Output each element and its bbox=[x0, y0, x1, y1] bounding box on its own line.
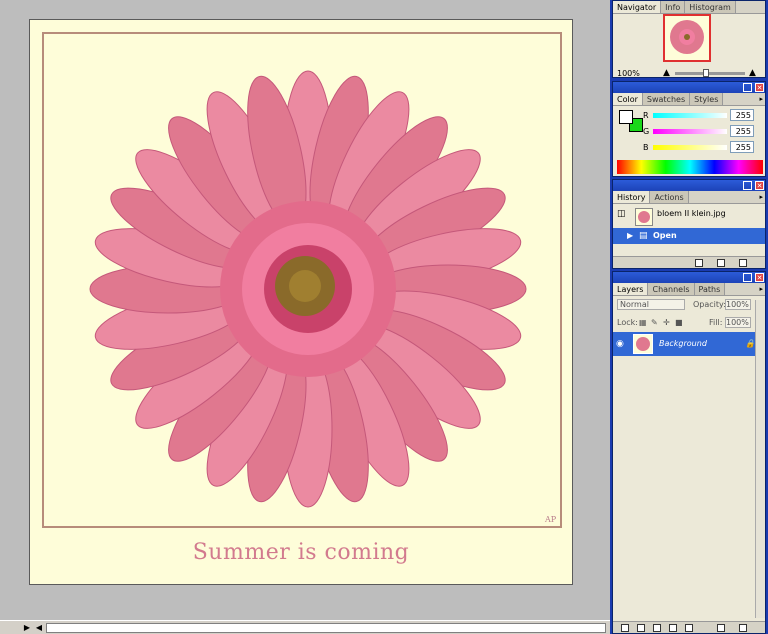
delete-layer-icon[interactable] bbox=[739, 624, 747, 632]
link-layers-icon[interactable] bbox=[621, 624, 629, 632]
layers-scrollbar[interactable] bbox=[755, 300, 765, 618]
navigator-palette: Navigator Info Histogram 100% ▲ ▲ bbox=[612, 0, 766, 78]
palette-menu-icon[interactable]: ▸ bbox=[759, 285, 763, 293]
history-snapshot[interactable]: ◫ bloem II klein.jpg bbox=[613, 205, 765, 226]
fill-field[interactable]: 100% bbox=[725, 317, 751, 328]
channel-r-slider[interactable] bbox=[653, 113, 727, 118]
close-icon[interactable]: ✕ bbox=[755, 181, 764, 190]
signature: AP bbox=[545, 515, 557, 524]
image-caption: Summer is coming bbox=[192, 540, 410, 565]
color-palette: _ ✕ Color Swatches Styles ▸ R 255 G 255 … bbox=[612, 81, 766, 177]
opacity-field[interactable]: 100% bbox=[725, 299, 751, 310]
layer-name: Background bbox=[659, 339, 707, 348]
channel-g-slider[interactable] bbox=[653, 129, 727, 134]
channel-b-value[interactable]: 255 bbox=[730, 141, 754, 153]
layer-mask-icon[interactable] bbox=[653, 624, 661, 632]
layer-row[interactable]: ◉ Background 🔒 bbox=[613, 332, 765, 356]
tab-histogram[interactable]: Histogram bbox=[685, 1, 736, 13]
close-icon[interactable]: ✕ bbox=[755, 83, 764, 92]
horizontal-scrollbar[interactable] bbox=[46, 623, 606, 633]
new-snapshot-icon[interactable] bbox=[717, 259, 725, 267]
palette-menu-icon[interactable]: ▸ bbox=[759, 95, 763, 103]
history-toolbar bbox=[613, 256, 765, 268]
tab-color[interactable]: Color bbox=[613, 93, 643, 105]
tab-navigator[interactable]: Navigator bbox=[613, 1, 662, 13]
zoom-level[interactable]: 100% bbox=[617, 69, 640, 78]
new-document-from-state-icon[interactable] bbox=[695, 259, 703, 267]
layer-style-icon[interactable] bbox=[637, 624, 645, 632]
opacity-label: Opacity: bbox=[693, 300, 726, 309]
snapshot-name: bloem II klein.jpg bbox=[657, 209, 726, 218]
channel-r-label: R bbox=[643, 111, 649, 120]
zoom-in-icon[interactable]: ▲ bbox=[749, 68, 756, 78]
navigator-tabs: Navigator Info Histogram bbox=[613, 1, 765, 14]
minimize-icon[interactable]: _ bbox=[743, 181, 752, 190]
status-menu-arrow-icon[interactable]: ▶ bbox=[22, 622, 32, 633]
foreground-color-swatch[interactable] bbox=[619, 110, 633, 124]
history-palette: _ ✕ History Actions ▸ ◫ bloem II klein.j… bbox=[612, 179, 766, 269]
tab-layers[interactable]: Layers bbox=[613, 283, 649, 295]
color-tabs: Color Swatches Styles ▸ bbox=[613, 93, 765, 106]
lock-label: Lock: bbox=[617, 318, 638, 327]
gerbera-flower-image bbox=[89, 70, 527, 508]
history-brush-icon[interactable]: ◫ bbox=[617, 205, 626, 223]
channel-b-label: B bbox=[643, 143, 649, 152]
layer-thumbnail-icon bbox=[633, 334, 653, 354]
minimize-icon[interactable]: _ bbox=[743, 273, 752, 282]
scroll-left-icon[interactable]: ◀ bbox=[34, 622, 44, 633]
status-bar: ▶ ◀ bbox=[0, 620, 610, 634]
history-state-icon: ▶ bbox=[627, 231, 634, 240]
tab-info[interactable]: Info bbox=[661, 1, 686, 13]
lock-transparent-icon[interactable]: ▦ bbox=[639, 318, 647, 327]
document-canvas[interactable]: AP Summer is coming bbox=[29, 19, 573, 585]
layer-lock-icon: 🔒 bbox=[745, 339, 755, 348]
tab-history[interactable]: History bbox=[613, 191, 651, 203]
palette-menu-icon[interactable]: ▸ bbox=[759, 193, 763, 201]
channel-r-value[interactable]: 255 bbox=[730, 109, 754, 121]
layers-toolbar bbox=[613, 621, 765, 633]
tab-channels[interactable]: Channels bbox=[648, 283, 695, 295]
open-document-icon: ▤ bbox=[639, 231, 648, 241]
layers-palette-titlebar[interactable]: _ ✕ bbox=[613, 272, 765, 283]
adjustment-layer-icon[interactable] bbox=[685, 624, 693, 632]
flower-thumbnail-icon bbox=[670, 20, 704, 54]
minimize-icon[interactable]: _ bbox=[743, 83, 752, 92]
eye-visibility-icon[interactable]: ◉ bbox=[616, 332, 624, 356]
tab-actions[interactable]: Actions bbox=[650, 191, 689, 203]
channel-g-value[interactable]: 255 bbox=[730, 125, 754, 137]
zoom-slider[interactable] bbox=[675, 72, 745, 75]
palette-dock: Navigator Info Histogram 100% ▲ ▲ _ ✕ Co… bbox=[610, 0, 768, 634]
history-tabs: History Actions ▸ bbox=[613, 191, 765, 204]
layers-tabs: Layers Channels Paths ▸ bbox=[613, 283, 765, 296]
tab-styles[interactable]: Styles bbox=[690, 93, 724, 105]
history-step[interactable]: ▶ ▤ Open bbox=[613, 228, 765, 244]
delete-state-icon[interactable] bbox=[739, 259, 747, 267]
close-icon[interactable]: ✕ bbox=[755, 273, 764, 282]
lock-all-icon[interactable]: ■ bbox=[675, 318, 683, 327]
new-layer-icon[interactable] bbox=[717, 624, 725, 632]
blend-mode-select[interactable]: Normal bbox=[617, 299, 685, 310]
channel-b-slider[interactable] bbox=[653, 145, 727, 150]
zoom-slider-handle[interactable] bbox=[703, 69, 709, 77]
color-spectrum-bar[interactable] bbox=[617, 160, 763, 174]
history-step-label: Open bbox=[653, 231, 677, 240]
fill-label: Fill: bbox=[709, 318, 723, 327]
canvas-area[interactable]: AP Summer is coming bbox=[0, 0, 610, 620]
history-palette-titlebar[interactable]: _ ✕ bbox=[613, 180, 765, 191]
tab-swatches[interactable]: Swatches bbox=[642, 93, 691, 105]
color-palette-titlebar[interactable]: _ ✕ bbox=[613, 82, 765, 93]
snapshot-thumbnail-icon bbox=[635, 208, 653, 226]
lock-position-icon[interactable]: ✛ bbox=[663, 318, 670, 327]
lock-image-icon[interactable]: ✎ bbox=[651, 318, 658, 327]
navigator-thumbnail[interactable] bbox=[663, 14, 711, 62]
tab-paths[interactable]: Paths bbox=[694, 283, 726, 295]
zoom-out-icon[interactable]: ▲ bbox=[663, 68, 670, 78]
new-group-icon[interactable] bbox=[669, 624, 677, 632]
layers-palette: _ ✕ Layers Channels Paths ▸ Normal Opaci… bbox=[612, 271, 766, 634]
channel-g-label: G bbox=[643, 127, 650, 136]
